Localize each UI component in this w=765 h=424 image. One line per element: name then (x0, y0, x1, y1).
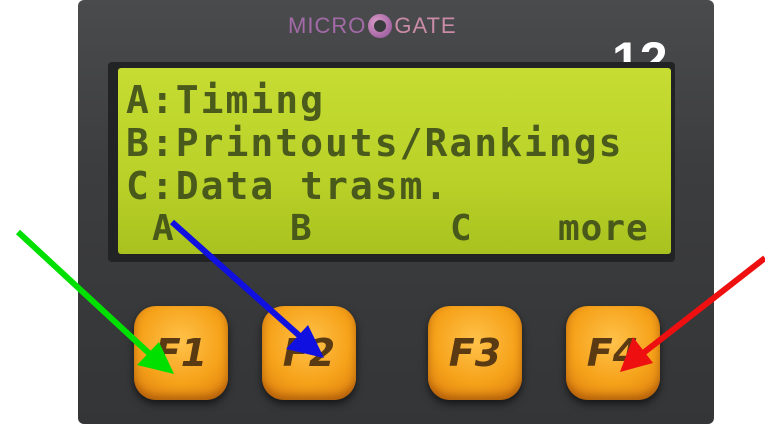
logo-text-left: MICRO (288, 13, 367, 38)
f2-button[interactable]: F2 (262, 306, 356, 400)
f3-label: F3 (448, 331, 502, 375)
lcd-screen: A:Timing B:Printouts/Rankings C:Data tra… (118, 68, 671, 254)
f1-button[interactable]: F1 (134, 306, 228, 400)
logo-text-right: GATE (394, 13, 457, 38)
f1-label: F1 (154, 331, 208, 375)
f4-button[interactable]: F4 (566, 306, 660, 400)
f2-label: F2 (282, 331, 336, 375)
f3-button[interactable]: F3 (428, 306, 522, 400)
softkey-label-more: more (558, 208, 649, 249)
f4-label: F4 (586, 331, 640, 375)
softkey-label-b: B (290, 208, 312, 249)
microgate-logo: MICRO GATE (288, 12, 457, 40)
menu-option-printouts: B:Printouts/Rankings (126, 121, 624, 165)
softkey-label-c: C (450, 208, 472, 249)
softkey-label-a: A (152, 208, 174, 249)
menu-option-data-transmission: C:Data trasm. (126, 164, 450, 208)
menu-option-timing: A:Timing (126, 78, 326, 122)
globe-logo-icon (368, 14, 393, 38)
